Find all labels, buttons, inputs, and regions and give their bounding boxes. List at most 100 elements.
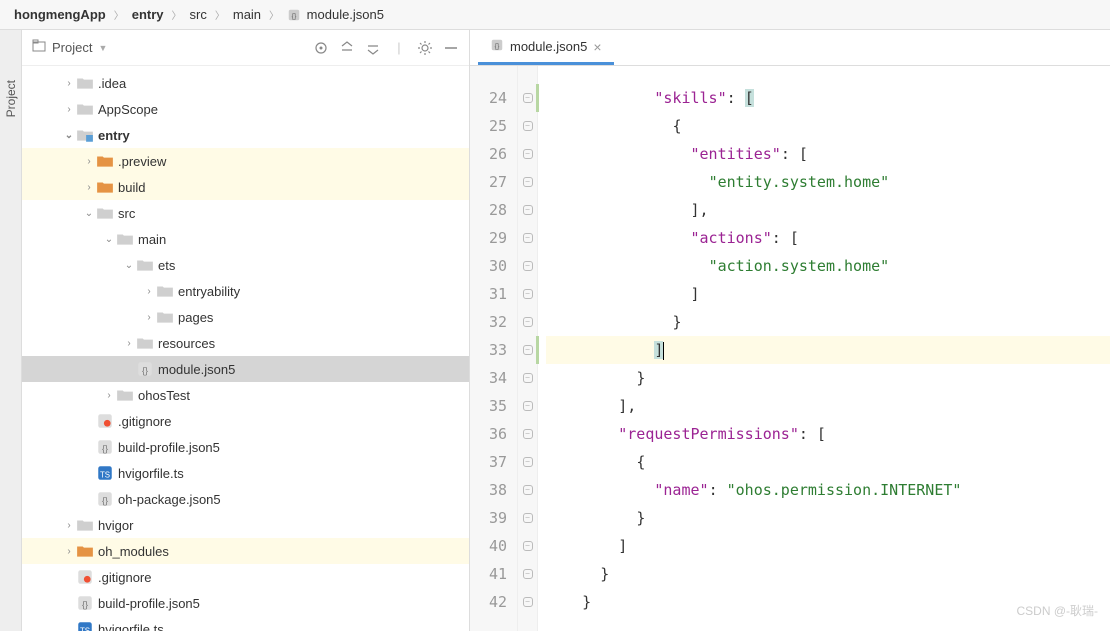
- fold-gutter[interactable]: −−−−−−−−−−−−−−−−−−−: [518, 66, 538, 631]
- json5-icon: {}: [136, 360, 154, 378]
- tree-item--preview[interactable]: › .preview: [22, 148, 469, 174]
- tree-item-entryability[interactable]: › entryability: [22, 278, 469, 304]
- collapse-all-icon[interactable]: [365, 40, 381, 56]
- folder-blue-icon: [76, 126, 94, 144]
- fold-marker[interactable]: −: [518, 420, 537, 448]
- chevron-down-icon[interactable]: ⌄: [82, 208, 96, 219]
- project-tree[interactable]: ›.idea›AppScope⌄entry › .preview › build ⌄src…: [22, 66, 469, 631]
- tree-item-label: entryability: [178, 284, 240, 299]
- fold-marker[interactable]: −: [518, 140, 537, 168]
- tree-item-hvigorfile-ts[interactable]: ·TShvigorfile.ts: [22, 616, 469, 631]
- tree-item--idea[interactable]: ›.idea: [22, 70, 469, 96]
- line-number: 33: [470, 336, 507, 364]
- project-icon: [32, 39, 46, 56]
- tree-item-label: build: [118, 180, 145, 195]
- tree-item-ohostest[interactable]: › ohosTest: [22, 382, 469, 408]
- folder-gray-icon: [116, 230, 134, 248]
- crumb-3[interactable]: main: [229, 5, 265, 24]
- fold-marker[interactable]: −: [518, 112, 537, 140]
- fold-marker[interactable]: −: [518, 196, 537, 224]
- chevron-right-icon[interactable]: ›: [62, 78, 76, 89]
- chevron-right-icon[interactable]: ›: [62, 546, 76, 557]
- tree-item-label: build-profile.json5: [98, 596, 200, 611]
- chevron-down-icon[interactable]: ⌄: [62, 130, 76, 141]
- line-number: 30: [470, 252, 507, 280]
- tab-module-json5[interactable]: {} module.json5 ×: [478, 31, 614, 65]
- editor-body[interactable]: 24252627282930313233343536373839404142 −…: [470, 66, 1110, 631]
- tree-item-label: build-profile.json5: [118, 440, 220, 455]
- crumb-2[interactable]: src: [186, 5, 211, 24]
- panel-title[interactable]: Project ▼: [32, 39, 305, 56]
- svg-text:{}: {}: [102, 444, 108, 454]
- tree-item-label: hvigorfile.ts: [98, 622, 164, 631]
- fold-marker[interactable]: −: [518, 532, 537, 560]
- tree-item-oh-modules[interactable]: ›oh_modules: [22, 538, 469, 564]
- chevron-right-icon: 〉: [114, 7, 124, 22]
- folder-orange-icon: [76, 542, 94, 560]
- chevron-down-icon[interactable]: ⌄: [122, 260, 136, 271]
- tree-item-ets[interactable]: ⌄ets: [22, 252, 469, 278]
- folder-gray-icon: [76, 100, 94, 118]
- tree-item--gitignore[interactable]: ·.gitignore: [22, 564, 469, 590]
- fold-marker[interactable]: −: [518, 392, 537, 420]
- gear-icon[interactable]: [417, 40, 433, 56]
- chevron-right-icon[interactable]: ›: [62, 520, 76, 531]
- tree-item-main[interactable]: ⌄ main: [22, 226, 469, 252]
- chevron-right-icon: 〉: [269, 7, 279, 22]
- fold-marker[interactable]: −: [518, 476, 537, 504]
- tree-item-module-json5[interactable]: ·{}module.json5: [22, 356, 469, 382]
- fold-marker[interactable]: −: [518, 84, 537, 112]
- json5-icon: {}: [287, 8, 301, 22]
- close-icon[interactable]: ×: [593, 39, 601, 55]
- chevron-right-icon: ·: [82, 442, 96, 453]
- tree-item-resources[interactable]: ›resources: [22, 330, 469, 356]
- fold-marker[interactable]: −: [518, 252, 537, 280]
- tree-item-build-profile-json5[interactable]: · {} build-profile.json5: [22, 434, 469, 460]
- svg-text:{}: {}: [102, 496, 108, 506]
- fold-marker[interactable]: −: [518, 448, 537, 476]
- tree-item-appscope[interactable]: ›AppScope: [22, 96, 469, 122]
- fold-marker[interactable]: −: [518, 224, 537, 252]
- tree-item-build-profile-json5[interactable]: ·{}build-profile.json5: [22, 590, 469, 616]
- crumb-4[interactable]: {} module.json5: [283, 5, 388, 25]
- tree-item-hvigor[interactable]: ›hvigor: [22, 512, 469, 538]
- tree-item-src[interactable]: ⌄src: [22, 200, 469, 226]
- code-content[interactable]: "skills": [ { "entities": [ "entity.syst…: [538, 66, 1110, 631]
- tree-item--gitignore[interactable]: ·.gitignore: [22, 408, 469, 434]
- tree-item-hvigorfile-ts[interactable]: ·TShvigorfile.ts: [22, 460, 469, 486]
- fold-marker[interactable]: −: [518, 364, 537, 392]
- chevron-right-icon[interactable]: ›: [102, 390, 116, 401]
- project-tool-button[interactable]: Project: [4, 80, 18, 117]
- chevron-right-icon[interactable]: ›: [82, 182, 96, 193]
- chevron-right-icon[interactable]: ›: [142, 286, 156, 297]
- line-number: 41: [470, 560, 507, 588]
- fold-marker[interactable]: −: [518, 504, 537, 532]
- fold-marker[interactable]: −: [518, 280, 537, 308]
- folder-gray-icon: [136, 334, 154, 352]
- folder-gray-icon: [116, 386, 134, 404]
- crumb-0[interactable]: hongmengApp: [10, 5, 110, 24]
- svg-text:{}: {}: [142, 366, 148, 376]
- fold-marker[interactable]: −: [518, 308, 537, 336]
- chevron-right-icon[interactable]: ›: [82, 156, 96, 167]
- tree-item-label: ohosTest: [138, 388, 190, 403]
- fold-marker[interactable]: −: [518, 560, 537, 588]
- chevron-right-icon[interactable]: ›: [122, 338, 136, 349]
- fold-marker[interactable]: −: [518, 168, 537, 196]
- tree-item-oh-package-json5[interactable]: ·{}oh-package.json5: [22, 486, 469, 512]
- line-number: 36: [470, 420, 507, 448]
- tree-item-build[interactable]: › build: [22, 174, 469, 200]
- hide-icon[interactable]: [443, 40, 459, 56]
- fold-marker[interactable]: −: [518, 336, 537, 364]
- chevron-right-icon[interactable]: ›: [62, 104, 76, 115]
- tree-item-pages[interactable]: ›pages: [22, 304, 469, 330]
- select-opened-file-icon[interactable]: [313, 40, 329, 56]
- tree-item-entry[interactable]: ⌄entry: [22, 122, 469, 148]
- chevron-right-icon[interactable]: ›: [142, 312, 156, 323]
- chevron-down-icon[interactable]: ⌄: [102, 234, 116, 245]
- tree-item-label: .preview: [118, 154, 166, 169]
- fold-marker[interactable]: −: [518, 588, 537, 616]
- expand-all-icon[interactable]: [339, 40, 355, 56]
- tree-item-label: main: [138, 232, 166, 247]
- crumb-1[interactable]: entry: [128, 5, 168, 24]
